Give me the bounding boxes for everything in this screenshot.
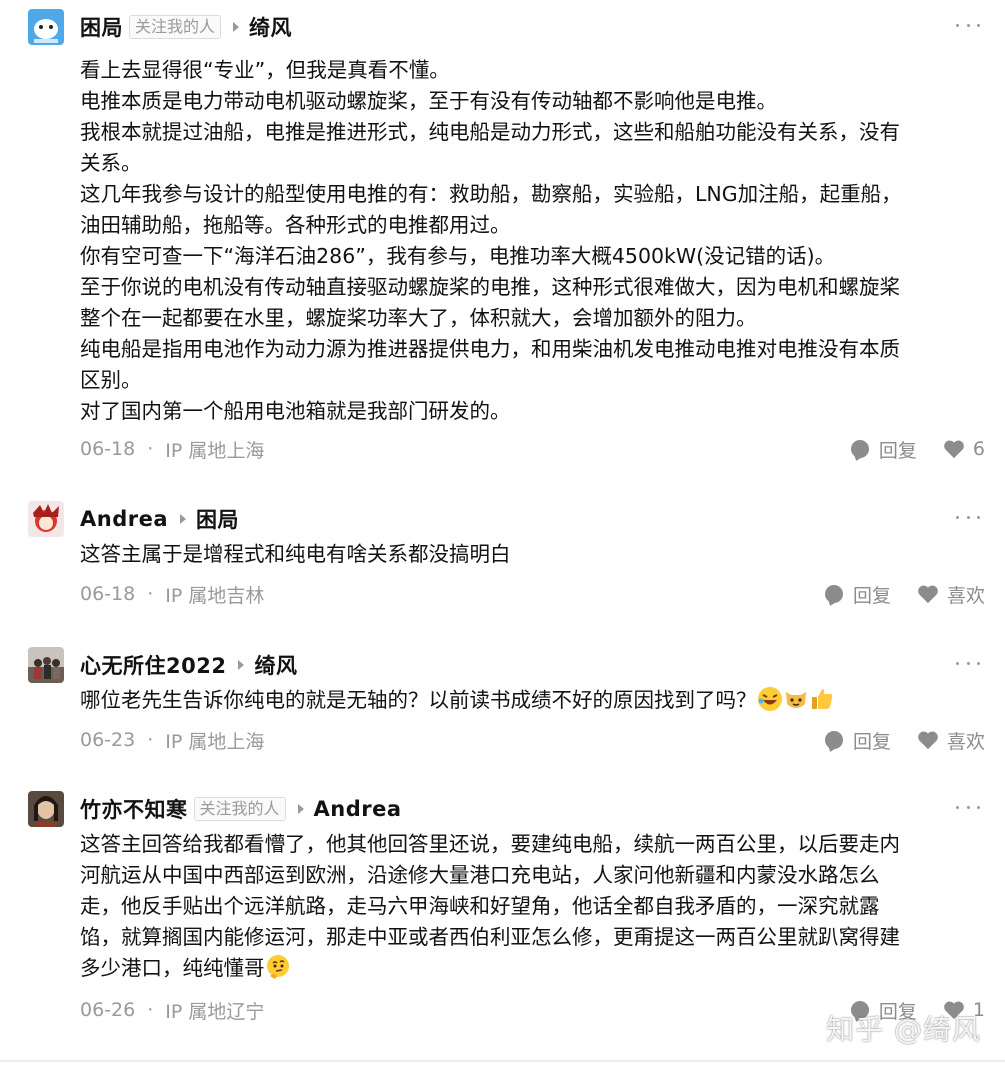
comment-line: 至于你说的电机没有传动轴直接驱动螺旋桨的电推，这种形式很难做大，因为电机和螺旋桨 bbox=[80, 275, 900, 299]
meta-separator: · bbox=[147, 583, 154, 605]
divider bbox=[0, 1060, 1005, 1062]
author-name[interactable]: 心无所住2022 bbox=[80, 650, 226, 680]
comment-line: 油田辅助船，拖船等。各种形式的电推都用过。 bbox=[80, 213, 511, 237]
comment-date: 06-18 bbox=[80, 438, 136, 460]
like-button[interactable]: 6 bbox=[943, 438, 985, 460]
meta-separator: · bbox=[147, 729, 154, 751]
reply-to-name[interactable]: Andrea bbox=[314, 797, 402, 821]
reply-button[interactable]: 回复 bbox=[850, 436, 917, 463]
comment-actions: 回复 6 bbox=[850, 434, 985, 464]
comment-line: 区别。 bbox=[80, 368, 142, 392]
like-count: 6 bbox=[972, 438, 985, 460]
like-label: 喜欢 bbox=[946, 730, 985, 753]
reply-to-name[interactable]: 绮风 bbox=[249, 12, 292, 42]
avatar[interactable] bbox=[28, 791, 64, 827]
ip-location: IP 属地吉林 bbox=[165, 584, 265, 607]
comment-date: 06-18 bbox=[80, 583, 136, 605]
heart-icon bbox=[944, 440, 964, 459]
comment-line: 关系。 bbox=[80, 151, 142, 175]
laugh-cry-emoji bbox=[757, 687, 782, 711]
comment-line: 这答主回答给我都看懵了，他其他回答里还说，要建纯电船，续航一两百公里，以后要走内 bbox=[80, 832, 900, 856]
reply-icon bbox=[824, 585, 843, 603]
avatar[interactable] bbox=[28, 647, 64, 683]
comment-line-text: 多少港口，纯纯懂哥 bbox=[80, 956, 265, 980]
thinking-emoji bbox=[266, 955, 289, 979]
like-button[interactable]: 喜欢 bbox=[917, 727, 985, 754]
reply-arrow-icon bbox=[238, 660, 245, 670]
comment-date: 06-23 bbox=[80, 729, 136, 751]
follower-badge: 关注我的人 bbox=[193, 797, 286, 821]
comment-line: 电推本质是电力带动电机驱动螺旋桨，至于有没有传动轴都不影响他是电推。 bbox=[80, 89, 777, 113]
comment-line: 整个在一起都要在水里，螺旋桨功率大了，体积就大，会增加额外的阻力。 bbox=[80, 306, 757, 330]
reply-to-name[interactable]: 绮风 bbox=[254, 650, 297, 680]
reply-button[interactable]: 回复 bbox=[824, 581, 891, 608]
comment-actions: 回复 喜欢 bbox=[824, 579, 985, 609]
avatar[interactable] bbox=[28, 501, 64, 537]
thumbs-up-emoji bbox=[811, 689, 832, 709]
like-label: 喜欢 bbox=[946, 584, 985, 607]
comment-line: 对了国内第一个船用电池箱就是我部门研发的。 bbox=[80, 399, 511, 423]
ip-location: IP 属地上海 bbox=[165, 439, 265, 462]
reply-to-name[interactable]: 困局 bbox=[196, 504, 239, 534]
comment-line: 这答主属于是增程式和纯电有啥关系都没搞明白 bbox=[80, 542, 511, 566]
comment-line: 走，他反手贴出个远洋航路，走马六甲海峡和好望角，他话全都自我矛盾的，一深究就露 bbox=[80, 894, 880, 918]
zhihu-watermark: 知乎 @绮风 bbox=[826, 1013, 981, 1046]
comment-line: 看上去显得很“专业”，但我是真看不懂。 bbox=[80, 58, 450, 82]
author-name[interactable]: 竹亦不知寒 bbox=[80, 794, 188, 824]
author-name[interactable]: Andrea bbox=[80, 507, 168, 531]
comment-line: 哪位老先生告诉你纯电的就是无轴的？以前读书成绩不好的原因找到了吗？ bbox=[80, 685, 985, 716]
comment-text: 哪位老先生告诉你纯电的就是无轴的？以前读书成绩不好的原因找到了吗？ bbox=[80, 685, 985, 716]
reply-arrow-icon bbox=[297, 804, 304, 814]
ip-location: IP 属地辽宁 bbox=[165, 1000, 265, 1023]
heart-icon bbox=[918, 585, 938, 604]
ip-location: IP 属地上海 bbox=[165, 730, 265, 753]
comment-header: Andrea 困局 bbox=[80, 501, 239, 537]
comment-text: 这答主回答给我都看懵了，他其他回答里还说，要建纯电船，续航一两百公里，以后要走内… bbox=[80, 829, 985, 984]
comment-line: 馅，就算搁国内能修运河，那走中亚或者西伯利亚怎么修，更甭提这一两百公里就趴窝得建 bbox=[80, 925, 900, 949]
comment-meta: 06-18 · IP 属地吉林 bbox=[80, 579, 264, 609]
comment-line: 多少港口，纯纯懂哥 bbox=[80, 953, 985, 984]
comment-line: 这几年我参与设计的船型使用电推的有：救助船，勘察船，实验船，LNG加注船，起重船… bbox=[80, 182, 902, 206]
comment-meta: 06-26 · IP 属地辽宁 bbox=[80, 995, 264, 1025]
comment-line: 河航运从中国中西部运到欧洲，沿途修大量港口充电站，人家问他新疆和内蒙没水路怎么 bbox=[80, 863, 880, 887]
more-options-icon[interactable] bbox=[956, 651, 980, 675]
comment-header: 竹亦不知寒 关注我的人 Andrea bbox=[80, 791, 402, 827]
avatar[interactable] bbox=[28, 9, 64, 45]
author-name[interactable]: 困局 bbox=[80, 12, 123, 42]
comment-header: 心无所住2022 绮风 bbox=[80, 647, 297, 683]
comment-line: 纯电船是指用电池作为动力源为推进器提供电力，和用柴油机发电推动电推对电推没有本质 bbox=[80, 337, 900, 361]
comment-header: 困局 关注我的人 绮风 bbox=[80, 9, 292, 45]
comment-thread: 困局 关注我的人 绮风 看上去显得很“专业”，但我是真看不懂。 电推本质是电力带… bbox=[0, 0, 1005, 1070]
comment-text: 这答主属于是增程式和纯电有啥关系都没搞明白 bbox=[80, 539, 985, 570]
reply-button[interactable]: 回复 bbox=[824, 727, 891, 754]
follower-badge: 关注我的人 bbox=[129, 15, 222, 39]
more-options-icon[interactable] bbox=[956, 795, 980, 819]
comment-meta: 06-18 · IP 属地上海 bbox=[80, 434, 264, 464]
heart-icon bbox=[918, 731, 938, 750]
more-options-icon[interactable] bbox=[956, 13, 980, 37]
comment-actions: 回复 喜欢 bbox=[824, 725, 985, 755]
reply-icon bbox=[824, 731, 843, 749]
comment-meta: 06-23 · IP 属地上海 bbox=[80, 725, 264, 755]
like-button[interactable]: 喜欢 bbox=[917, 581, 985, 608]
comment-text: 看上去显得很“专业”，但我是真看不懂。 电推本质是电力带动电机驱动螺旋桨，至于有… bbox=[80, 55, 985, 427]
reply-label: 回复 bbox=[852, 584, 891, 607]
comment-date: 06-26 bbox=[80, 999, 136, 1021]
comment-line-text: 哪位老先生告诉你纯电的就是无轴的？以前读书成绩不好的原因找到了吗？ bbox=[80, 688, 757, 712]
meta-separator: · bbox=[147, 999, 154, 1021]
reply-icon bbox=[850, 440, 869, 458]
reply-arrow-icon bbox=[180, 514, 187, 524]
meta-separator: · bbox=[147, 438, 154, 460]
reply-arrow-icon bbox=[233, 22, 240, 32]
more-options-icon[interactable] bbox=[956, 505, 980, 529]
reply-label: 回复 bbox=[852, 730, 891, 753]
reply-label: 回复 bbox=[878, 439, 917, 462]
comment-line: 我根本就提过油船，电推是推进形式，纯电船是动力形式，这些和船舶功能没有关系，没有 bbox=[80, 120, 900, 144]
comment-line: 你有空可查一下“海洋石油286”，我有参与，电推功率大概4500kW(没记错的话… bbox=[80, 244, 836, 268]
cat-emoji bbox=[785, 692, 806, 708]
